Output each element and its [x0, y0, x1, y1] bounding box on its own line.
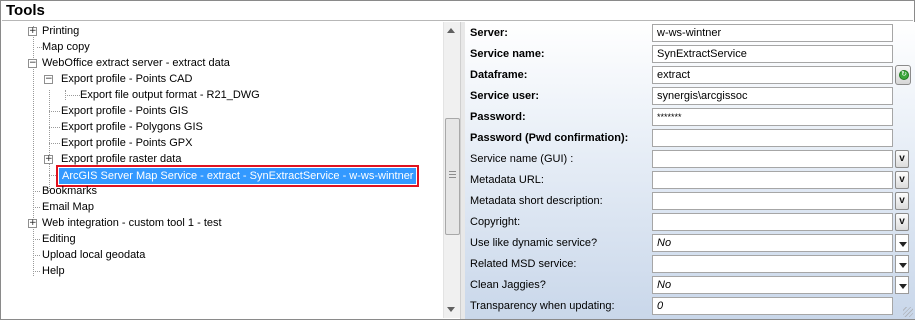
property-row-dynamic-service: Use like dynamic service? No [465, 233, 915, 254]
dynamic-service-select[interactable]: No [652, 234, 893, 252]
property-label: Clean Jaggies? [470, 279, 546, 291]
tree-item-upload-geodata[interactable]: Upload local geodata [42, 247, 145, 263]
property-row-copyright: Copyright: v [465, 212, 915, 233]
refresh-button[interactable]: ↻ [895, 65, 911, 85]
password-field[interactable]: ******* [652, 108, 893, 126]
dropdown-arrow-icon[interactable] [895, 255, 909, 273]
tree-item-help[interactable]: Help [42, 263, 65, 279]
property-row-clean-jaggies: Clean Jaggies? No [465, 275, 915, 296]
tree-item-email-map[interactable]: Email Map [42, 199, 94, 215]
dataframe-field[interactable]: extract [652, 66, 893, 84]
server-field[interactable]: w-ws-wintner [652, 24, 893, 42]
property-row-service-name-gui: Service name (GUI) : v [465, 149, 915, 170]
property-label: Copyright: [470, 216, 521, 228]
resize-grip-icon[interactable] [903, 307, 913, 317]
tree-item-printing[interactable]: Printing [42, 23, 79, 39]
copyright-field[interactable] [652, 213, 893, 231]
property-row-transparency: Transparency when updating: 0 [465, 296, 915, 317]
tools-tree[interactable]: + − − + + Printing Map copy WebOffice ex… [2, 22, 443, 318]
property-row-related-msd: Related MSD service: [465, 254, 915, 275]
password-confirm-field[interactable] [652, 129, 893, 147]
tree-item-export-points-gpx[interactable]: Export profile - Points GPX [61, 135, 192, 151]
tools-window: Tools + − − + + Printing Map copy WebOff… [0, 0, 915, 320]
tree-item-editing[interactable]: Editing [42, 231, 76, 247]
tree-scrollbar[interactable] [443, 22, 460, 318]
property-row-metadata-url: Metadata URL: v [465, 170, 915, 191]
property-label: Metadata URL: [470, 174, 544, 186]
metadata-description-field[interactable] [652, 192, 893, 210]
grip-line [449, 171, 456, 172]
tree-connector [33, 207, 40, 208]
property-label: Service name (GUI) : [470, 153, 574, 165]
tree-connector [49, 111, 60, 112]
property-label: Password: [470, 111, 526, 123]
transparency-field[interactable]: 0 [652, 297, 893, 315]
title-separator [2, 20, 913, 21]
tree-item-arcgis-map-service[interactable]: ArcGIS Server Map Service - extract - Sy… [55, 165, 420, 187]
property-row-metadata-desc: Metadata short description: v [465, 191, 915, 212]
expand-button[interactable]: v [895, 171, 909, 189]
clean-jaggies-select[interactable]: No [652, 276, 893, 294]
properties-panel: Server: w-ws-wintner Service name: SynEx… [465, 22, 915, 319]
tree-item-web-integration[interactable]: Web integration - custom tool 1 - test [42, 215, 222, 231]
property-row-server: Server: w-ws-wintner [465, 23, 915, 44]
expand-icon[interactable]: + [28, 27, 37, 36]
tree-item-export-polygons-gis[interactable]: Export profile - Polygons GIS [61, 119, 203, 135]
tree-connector [49, 143, 60, 144]
expand-button[interactable]: v [895, 213, 909, 231]
property-row-service-user: Service user: synergis\arcgissoc [465, 86, 915, 107]
property-row-dataframe: Dataframe: extract ↻ [465, 65, 915, 86]
tree-item-export-raster[interactable]: Export profile raster data [61, 151, 181, 167]
expand-button[interactable]: v [895, 192, 909, 210]
expand-button[interactable]: v [895, 150, 909, 168]
tree-item-weboffice-extract[interactable]: WebOffice extract server - extract data [42, 55, 230, 71]
property-label: Use like dynamic service? [470, 237, 598, 249]
window-title: Tools [6, 2, 45, 19]
expand-icon[interactable]: + [44, 155, 53, 164]
collapse-icon[interactable]: − [28, 59, 37, 68]
grip-line [449, 177, 456, 178]
property-label: Service user: [470, 90, 540, 102]
property-row-password-confirm: Password (Pwd confirmation): [465, 128, 915, 149]
tree-item-export-points-cad[interactable]: Export profile - Points CAD [61, 71, 192, 87]
property-row-password: Password: ******* [465, 107, 915, 128]
scrollbar-thumb[interactable] [445, 118, 460, 235]
dropdown-arrow-icon[interactable] [895, 276, 909, 294]
service-name-gui-field[interactable] [652, 150, 893, 168]
tree-item-export-file-format[interactable]: Export file output format - R21_DWG [80, 87, 260, 103]
tree-connector [49, 175, 56, 176]
property-label: Transparency when updating: [470, 300, 615, 312]
tree-item-bookmarks[interactable]: Bookmarks [42, 183, 97, 199]
property-label: Server: [470, 27, 508, 39]
scroll-up-icon[interactable] [447, 28, 455, 33]
tree-connector [33, 271, 40, 272]
collapse-icon[interactable]: − [44, 75, 53, 84]
tree-connector [49, 127, 60, 128]
metadata-url-field[interactable] [652, 171, 893, 189]
tree-item-map-copy[interactable]: Map copy [42, 39, 90, 55]
scroll-down-icon[interactable] [447, 307, 455, 312]
property-label: Dataframe: [470, 69, 528, 81]
grip-line [449, 174, 456, 175]
property-label: Related MSD service: [470, 258, 577, 270]
related-msd-select[interactable] [652, 255, 893, 273]
property-label: Service name: [470, 48, 545, 60]
dropdown-arrow-icon[interactable] [895, 234, 909, 252]
refresh-icon: ↻ [899, 70, 909, 80]
property-label: Password (Pwd confirmation): [470, 132, 629, 144]
property-label: Metadata short description: [470, 195, 603, 207]
service-name-field[interactable]: SynExtractService [652, 45, 893, 63]
tree-connector [33, 191, 40, 192]
tree-item-export-points-gis[interactable]: Export profile - Points GIS [61, 103, 188, 119]
tree-connector [33, 255, 40, 256]
property-row-service-name: Service name: SynExtractService [465, 44, 915, 65]
tree-connector [65, 95, 80, 96]
tree-connector [33, 239, 40, 240]
expand-icon[interactable]: + [28, 219, 37, 228]
service-user-field[interactable]: synergis\arcgissoc [652, 87, 893, 105]
